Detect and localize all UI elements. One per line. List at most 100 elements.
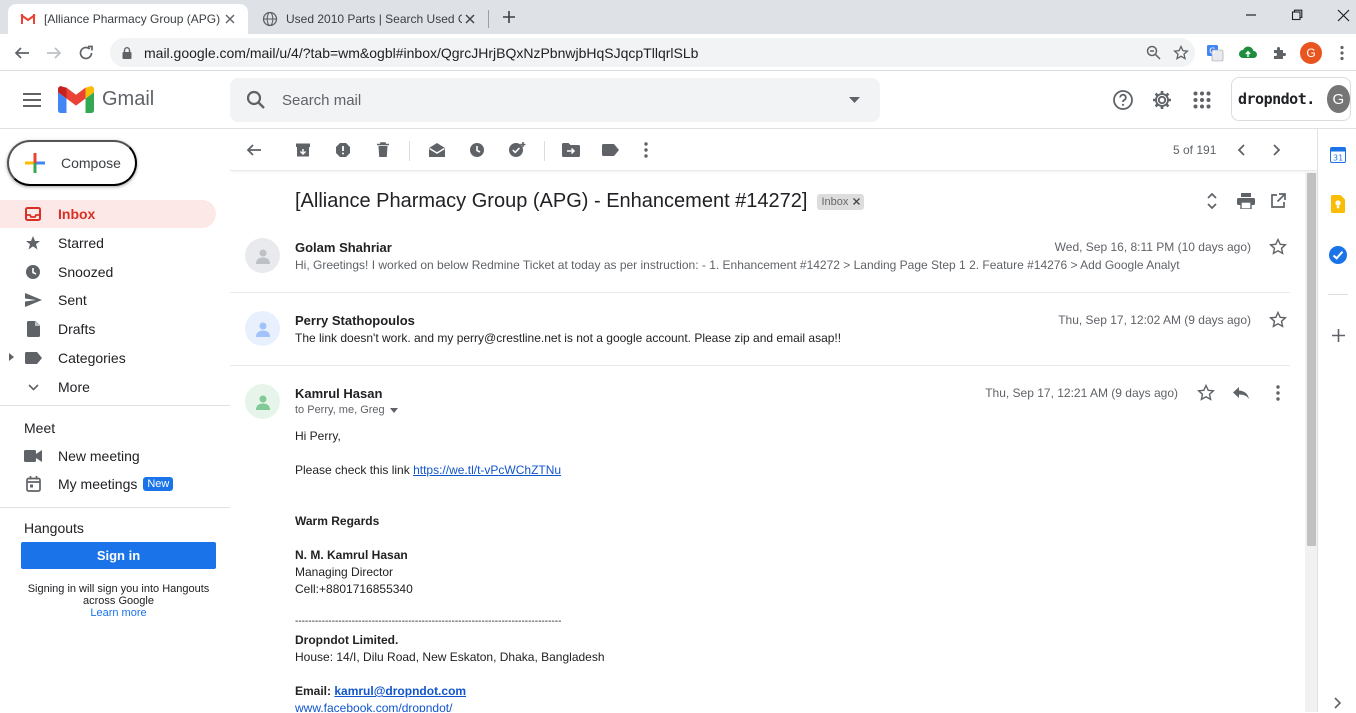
learn-more-link[interactable]: Learn more: [21, 607, 216, 619]
tab-close-icon[interactable]: [222, 11, 238, 27]
labels-icon[interactable]: [599, 139, 621, 161]
profile-avatar[interactable]: G: [1299, 41, 1323, 65]
message-divider: [230, 365, 1290, 366]
svg-text:31: 31: [1333, 154, 1343, 163]
expand-caret-icon[interactable]: [9, 353, 14, 361]
inbox-label-chip[interactable]: Inbox: [817, 193, 865, 210]
report-spam-icon[interactable]: [332, 139, 354, 161]
star-message-icon[interactable]: [1268, 237, 1288, 257]
signature-regards: Warm Regards: [295, 514, 380, 528]
message-snippet: Hi, Greetings! I worked on below Redmine…: [295, 258, 1180, 272]
nav-item-sent[interactable]: Sent: [0, 286, 216, 314]
chevron-down-icon: [24, 378, 42, 396]
more-options-icon[interactable]: [635, 139, 657, 161]
help-icon[interactable]: [1110, 87, 1136, 113]
reply-icon[interactable]: [1231, 383, 1251, 403]
add-to-tasks-icon[interactable]: [506, 139, 528, 161]
mark-as-unread-icon[interactable]: [426, 139, 448, 161]
minimize-icon[interactable]: [1228, 0, 1274, 30]
message-more-icon[interactable]: [1268, 383, 1288, 403]
star-message-icon[interactable]: [1268, 310, 1288, 330]
get-addons-plus-icon[interactable]: [1328, 325, 1348, 345]
browser-tab-used-parts[interactable]: Used 2010 Parts | Search Used Car Parts: [250, 4, 488, 34]
gmail-m-icon: [58, 86, 94, 113]
wetransfer-link[interactable]: https://we.tl/t-vPcWChZTNu: [413, 463, 561, 477]
recipients-dropdown-icon[interactable]: [389, 407, 398, 413]
tab-close-icon[interactable]: [462, 11, 478, 27]
signature-email-link[interactable]: kamrul@dropndot.com: [334, 684, 466, 698]
hangouts-sign-in-button[interactable]: Sign in: [21, 542, 216, 569]
search-options-dropdown-icon[interactable]: [828, 97, 880, 103]
new-tab-icon[interactable]: [498, 6, 520, 28]
left-navigation: Compose Inbox Starred Snoozed Sent Draft…: [0, 129, 230, 712]
google-apps-grid-icon[interactable]: [1189, 87, 1215, 113]
move-to-icon[interactable]: [560, 139, 582, 161]
recipients-line[interactable]: to Perry, me, Greg: [295, 404, 398, 416]
message-collapsed[interactable]: Perry Stathopoulos The link doesn't work…: [230, 301, 1305, 365]
signature-title: Managing Director: [295, 565, 394, 579]
archive-icon[interactable]: [292, 139, 314, 161]
translate-extension-icon[interactable]: G: [1203, 41, 1227, 65]
search-input[interactable]: [282, 91, 828, 109]
gmail-logo[interactable]: Gmail: [58, 86, 154, 113]
forward-arrow-icon[interactable]: [41, 40, 67, 66]
nav-item-label: Sent: [58, 292, 87, 308]
back-arrow-icon[interactable]: [9, 40, 35, 66]
compose-button[interactable]: Compose: [7, 140, 137, 186]
account-switcher[interactable]: dropndot. G: [1231, 77, 1351, 121]
facebook-link[interactable]: www.facebook.com/dropndot/: [295, 701, 452, 712]
toolbar-separator: [409, 141, 410, 161]
search-icon[interactable]: [230, 90, 282, 110]
pagination-count: 5 of 191: [1173, 143, 1217, 157]
browser-tab-gmail[interactable]: [Alliance Pharmacy Group (APG) - Enhance…: [8, 4, 248, 34]
zoom-icon[interactable]: [1139, 41, 1167, 65]
expand-all-icon[interactable]: [1201, 190, 1223, 212]
nav-item-inbox[interactable]: Inbox: [0, 200, 216, 228]
print-icon[interactable]: [1235, 190, 1257, 212]
message-divider: [230, 292, 1290, 293]
nav-item-more[interactable]: More: [0, 373, 216, 401]
gmail-header: Gmail dropndot. G: [0, 71, 1356, 129]
older-chevron-right-icon[interactable]: [1266, 139, 1288, 161]
nav-item-snoozed[interactable]: Snoozed: [0, 258, 216, 286]
tab-title: [Alliance Pharmacy Group (APG) - Enhance…: [44, 12, 222, 26]
back-to-inbox-icon[interactable]: [243, 139, 265, 161]
thread-scrollbar-thumb[interactable]: [1307, 173, 1316, 546]
calendar-addon-icon[interactable]: 31: [1328, 145, 1348, 165]
close-window-icon[interactable]: [1320, 0, 1356, 30]
delete-trash-icon[interactable]: [372, 139, 394, 161]
signature-rule: ----------------------------------------…: [295, 616, 562, 627]
toolbar-separator: [544, 141, 545, 161]
gmail-favicon-icon: [20, 14, 36, 24]
extensions-puzzle-icon[interactable]: [1268, 41, 1292, 65]
settings-gear-icon[interactable]: [1149, 87, 1175, 113]
signature-company: Dropndot Limited.: [295, 633, 399, 647]
new-meeting-item[interactable]: New meeting: [0, 442, 216, 470]
message-collapsed[interactable]: Golam Shahriar Hi, Greetings! I worked o…: [230, 228, 1305, 292]
nav-divider: [0, 507, 230, 508]
keep-addon-icon[interactable]: [1328, 194, 1348, 214]
address-bar[interactable]: mail.google.com/mail/u/4/?tab=wm&ogbl#in…: [110, 38, 1195, 67]
reload-icon[interactable]: [73, 40, 99, 66]
open-in-new-window-icon[interactable]: [1267, 190, 1289, 212]
upload-cloud-extension-icon[interactable]: [1236, 41, 1260, 65]
search-bar: [230, 78, 880, 122]
show-side-panel-chevron-icon[interactable]: [1328, 693, 1348, 713]
main-menu-icon[interactable]: [18, 88, 46, 112]
star-message-icon[interactable]: [1196, 383, 1216, 403]
remove-label-icon[interactable]: [853, 198, 861, 205]
nav-item-categories[interactable]: Categories: [0, 344, 216, 372]
sender-name: Kamrul Hasan: [295, 386, 383, 401]
bookmark-star-icon[interactable]: [1167, 41, 1195, 65]
body-greeting: Hi Perry,: [295, 429, 341, 443]
browser-menu-icon[interactable]: [1330, 41, 1354, 65]
account-avatar: G: [1326, 85, 1350, 113]
snooze-clock-icon[interactable]: [466, 139, 488, 161]
nav-item-drafts[interactable]: Drafts: [0, 315, 216, 343]
video-camera-icon: [24, 447, 42, 465]
newer-chevron-left-icon[interactable]: [1230, 139, 1252, 161]
restore-icon[interactable]: [1274, 0, 1320, 30]
tasks-addon-icon[interactable]: [1328, 245, 1348, 265]
nav-item-starred[interactable]: Starred: [0, 229, 216, 257]
my-meetings-item[interactable]: My meetings New: [0, 470, 216, 498]
